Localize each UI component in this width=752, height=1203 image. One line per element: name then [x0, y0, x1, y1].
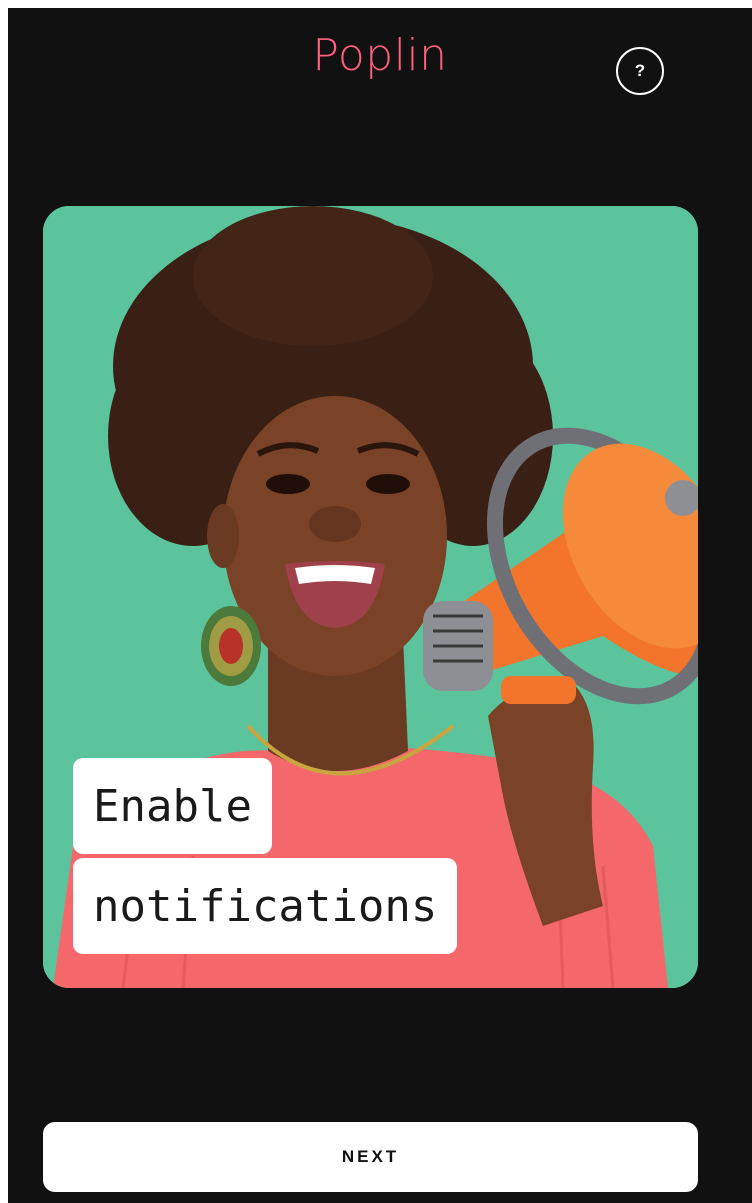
- onboarding-screen: Poplin ? Enable notifications NEXT: [8, 8, 752, 1203]
- hero-image-card: Enable notifications: [43, 206, 698, 988]
- caption-notifications: notifications: [73, 858, 458, 954]
- caption-enable: Enable: [73, 758, 272, 854]
- help-button[interactable]: ?: [616, 47, 664, 95]
- next-button[interactable]: NEXT: [43, 1122, 698, 1192]
- header: Poplin ?: [8, 8, 752, 138]
